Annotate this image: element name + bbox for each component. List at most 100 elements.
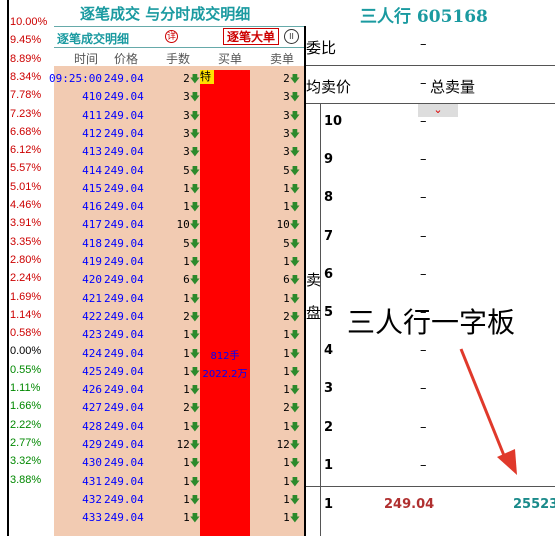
scale-label: 6.68%	[10, 125, 42, 138]
table-row[interactable]: 410 249.04 3🡇 3🡇	[54, 88, 304, 106]
row-sell: 1🡇	[283, 345, 300, 364]
row-sell: 1🡇	[283, 363, 300, 382]
table-row[interactable]: 09:25:00 249.04 2🡇 2🡇	[49, 70, 304, 88]
row-qty: 1🡇	[183, 363, 200, 382]
down-arrow-icon: 🡇	[189, 311, 200, 323]
left-title: 逐笔成交 与分时成交明细	[80, 5, 251, 23]
table-row[interactable]: 433 249.04 1🡇 1🡇	[54, 509, 304, 527]
row-sell-value: 5	[283, 163, 290, 177]
row-qty: 3🡇	[183, 88, 200, 107]
table-row[interactable]: 417 249.04 10🡇 10🡇	[54, 216, 304, 234]
table-row[interactable]: 422 249.04 2🡇 2🡇	[54, 308, 304, 326]
table-row[interactable]: 430 249.04 1🡇 1🡇	[54, 454, 304, 472]
down-arrow-icon: 🡇	[289, 513, 300, 525]
row-qty: 1🡇	[183, 290, 200, 309]
scale-label: 6.12%	[10, 144, 42, 157]
table-row[interactable]: 423 249.04 1🡇 1🡇	[54, 326, 304, 344]
row-sell: 3🡇	[283, 107, 300, 126]
down-arrow-icon: 🡇	[189, 238, 200, 250]
table-row[interactable]: 427 249.04 2🡇 2🡇	[54, 399, 304, 417]
table-row[interactable]: 419 249.04 1🡇 1🡇	[54, 253, 304, 271]
down-arrow-icon: 🡇	[289, 458, 300, 470]
table-row[interactable]: 425 249.04 1🡇 1🡇	[54, 363, 304, 381]
table-row[interactable]: 432 249.04 1🡇 1🡇	[54, 491, 304, 509]
row-price: 249.04	[104, 200, 144, 214]
row-sell: 6🡇	[283, 271, 300, 290]
row-sell: 1🡇	[283, 290, 300, 309]
table-row[interactable]: 415 249.04 1🡇 1🡇	[54, 180, 304, 198]
row-qty-value: 12	[176, 438, 190, 451]
down-arrow-icon: 🡇	[289, 275, 300, 287]
table-row[interactable]: 426 249.04 1🡇 1🡇	[54, 381, 304, 399]
table-row[interactable]: 416 249.04 1🡇 1🡇	[54, 198, 304, 216]
pause-icon[interactable]: II	[284, 29, 299, 44]
down-arrow-icon: 🡇	[289, 74, 300, 85]
sell-level: 9	[324, 152, 334, 168]
scale-label: 10.00%	[10, 16, 48, 28]
row-sell-value: 3	[283, 126, 290, 140]
row-price: 249.04	[104, 511, 144, 525]
row-price: 249.04	[104, 236, 144, 250]
scale-label: 0.58%	[10, 327, 42, 340]
row-qty: 1🡇	[183, 509, 200, 528]
scale-label: 2.22%	[10, 418, 42, 431]
row-sell-value: 3	[283, 90, 290, 104]
row-qty: 1🡇	[183, 381, 200, 400]
row-sell-value: 1	[283, 181, 290, 195]
scale-label: 2.80%	[10, 253, 42, 266]
row-price: 249.04	[104, 90, 144, 104]
table-row[interactable]: 421 249.04 1🡇 1🡇	[54, 290, 304, 308]
down-arrow-icon: 🡇	[289, 421, 300, 433]
table-row[interactable]: 413 249.04 3🡇 3🡇	[54, 143, 304, 161]
sell-level: 2	[324, 419, 334, 435]
info-icon[interactable]: 详	[165, 30, 178, 43]
row-price: 249.04	[104, 474, 144, 488]
down-arrow-icon: 🡇	[189, 513, 200, 525]
row-sell-value: 2	[283, 309, 290, 323]
row-qty-value: 10	[176, 218, 190, 232]
down-arrow-icon: 🡇	[189, 421, 200, 433]
row-qty: 2🡇	[183, 399, 200, 418]
table-row[interactable]: 414 249.04 5🡇 5🡇	[54, 162, 304, 180]
table-row[interactable]: 411 249.04 3🡇 3🡇	[54, 107, 304, 125]
row-time: 414	[82, 163, 102, 177]
row-sell: 3🡇	[283, 88, 300, 107]
down-arrow-icon: 🡇	[289, 183, 300, 195]
scale-label: 8.34%	[10, 70, 42, 83]
row-sell: 1🡇	[283, 509, 300, 528]
row-time: 415	[82, 181, 102, 195]
row-sell-value: 6	[283, 273, 290, 287]
scale-label: 5.57%	[10, 162, 42, 175]
overlay-caption: 三人行一字板	[347, 306, 516, 339]
table-row[interactable]: 420 249.04 6🡇 6🡇	[54, 271, 304, 289]
sell-level-value: –	[420, 343, 427, 359]
table-row[interactable]: 424 249.04 1🡇 1🡇	[54, 345, 304, 363]
table-row[interactable]: 429 249.04 12🡇 12🡇	[54, 436, 304, 454]
sell-side-label-1: 卖	[306, 271, 322, 289]
down-arrow-icon: 🡇	[289, 476, 300, 488]
table-row[interactable]: 418 249.04 5🡇 5🡇	[54, 235, 304, 253]
sell-level: 5	[324, 305, 334, 320]
weibi-row: 委比 –	[306, 26, 555, 66]
row-qty-value: 1	[183, 511, 190, 525]
down-arrow-icon: 🡇	[289, 403, 300, 415]
col-time: 时间	[74, 52, 99, 66]
row-sell: 3🡇	[283, 125, 300, 144]
row-sell-value: 1	[283, 346, 290, 360]
scale-label: 3.91%	[10, 217, 42, 230]
row-qty-value: 5	[183, 163, 190, 177]
down-arrow-icon: 🡇	[289, 330, 300, 342]
row-qty-value: 2	[183, 401, 190, 415]
row-sell-value: 1	[283, 200, 290, 214]
table-row[interactable]: 431 249.04 1🡇 1🡇	[54, 473, 304, 491]
row-qty-value: 1	[183, 328, 190, 342]
row-sell: 2🡇	[283, 308, 300, 327]
table-row[interactable]: 412 249.04 3🡇 3🡇	[54, 125, 304, 143]
table-row[interactable]: 428 249.04 1🡇 1🡇	[54, 418, 304, 436]
down-arrow-icon: 🡇	[189, 147, 200, 159]
row-time: 421	[82, 291, 102, 305]
trade-detail-panel: 逐笔成交明细 详 逐笔大单 II 时间 价格 手数 买单 卖单 特 812手 2…	[49, 26, 304, 536]
big-order-button[interactable]: 逐笔大单	[223, 28, 280, 45]
row-sell: 3🡇	[283, 143, 300, 162]
down-arrow-icon: 🡇	[189, 110, 200, 122]
